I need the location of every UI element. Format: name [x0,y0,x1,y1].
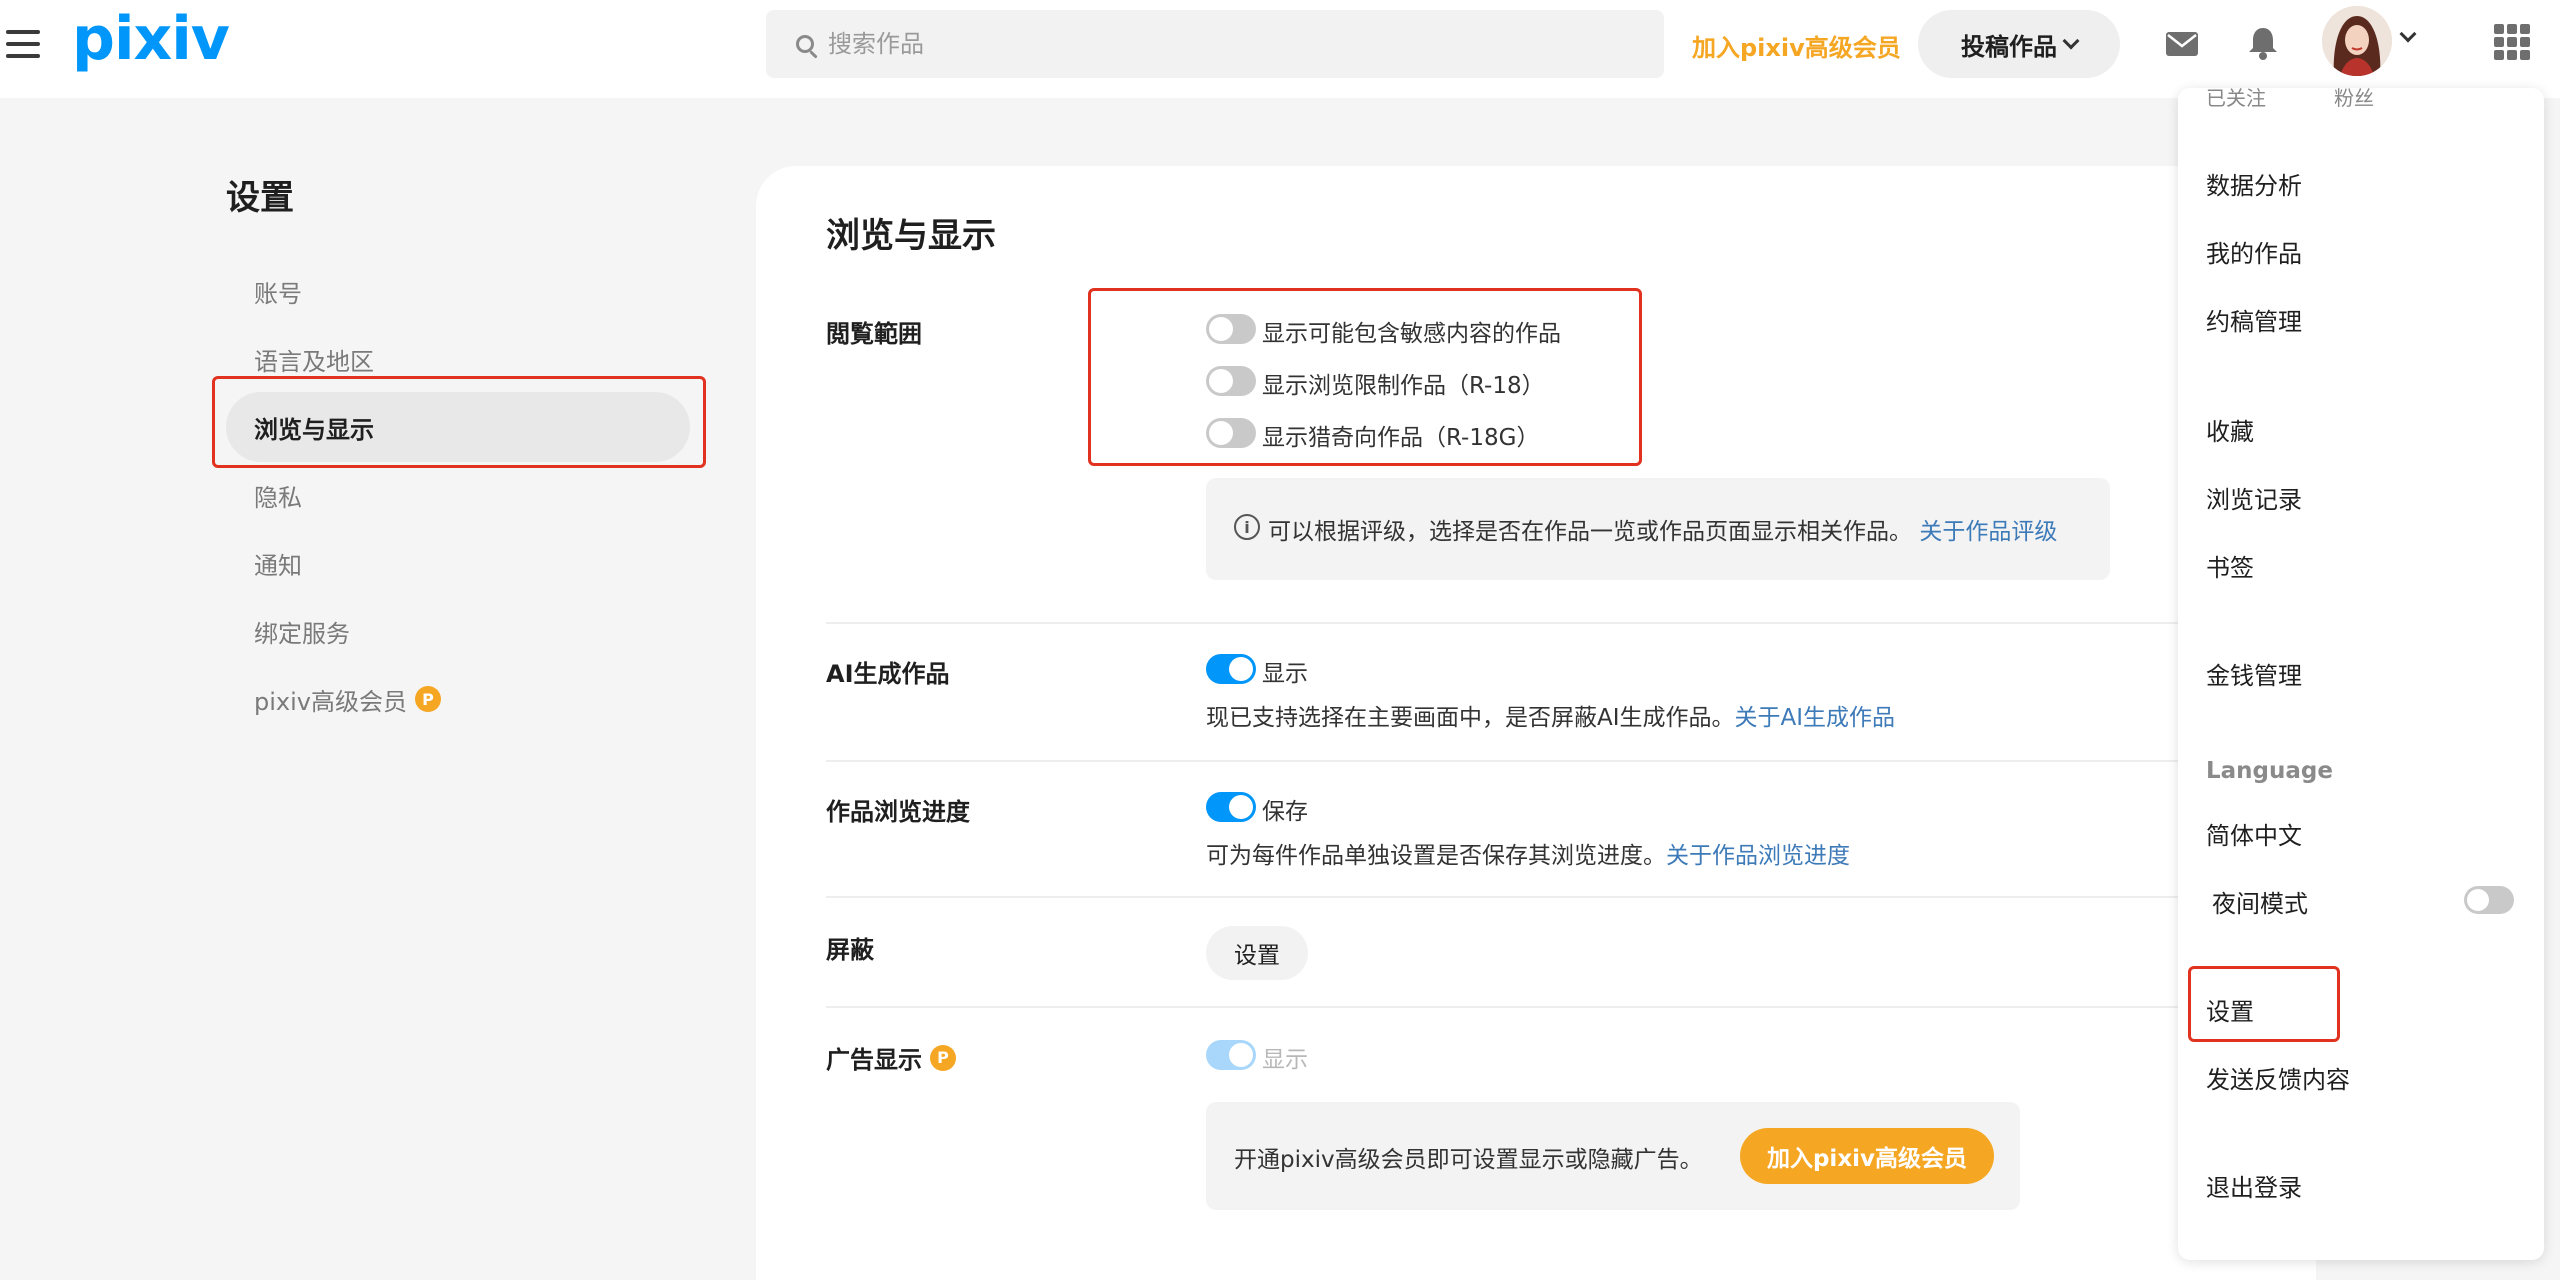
sidebar-item-label: pixiv高级会员 [254,687,407,716]
menu-item-logout[interactable]: 退出登录 [2206,1168,2302,1203]
rating-info-box: i 可以根据评级，选择是否在作品一览或作品页面显示相关作品。 关于作品评级 [1206,478,2110,580]
sidebar-item-linked-services[interactable]: 绑定服务 [226,596,690,666]
sidebar-item-label: 通知 [254,551,302,580]
progress-toggle[interactable] [1206,792,1256,822]
ai-works-toggle[interactable] [1206,654,1256,684]
highlight-box-settings [2188,966,2340,1042]
ai-works-toggle-label: 显示 [1262,661,1308,687]
progress-link[interactable]: 关于作品浏览进度 [1666,843,1850,869]
search-input[interactable] [826,22,1626,66]
post-work-label: 投稿作品 [1961,32,2057,61]
premium-badge-icon: P [414,686,441,712]
account-chevron-icon[interactable] [2399,25,2417,43]
following-label[interactable]: 已关注 [2206,88,2266,111]
account-dropdown: 已关注 粉丝 数据分析 我的作品 约稿管理 收藏 浏览记录 书签 金钱管理 La… [2178,88,2544,1260]
mail-icon[interactable] [2166,32,2198,56]
menu-item-requests[interactable]: 约稿管理 [2206,302,2302,337]
premium-badge-icon: P [930,1044,956,1071]
search-icon [796,35,814,53]
top-header: pixiv 加入pixiv高级会员 投稿作品 [0,0,2560,98]
sidebar-item-label: 语言及地区 [254,347,374,376]
language-heading: Language [2206,758,2333,784]
bell-icon[interactable] [2248,26,2278,60]
night-mode-toggle[interactable] [2464,886,2514,914]
progress-desc: 可为每件作品单独设置是否保存其浏览进度。关于作品浏览进度 [1206,843,1850,869]
ads-toggle [1206,1040,1256,1070]
sidebar-item-premium[interactable]: pixiv高级会员 P [226,664,690,734]
progress-label: 作品浏览进度 [826,798,970,826]
mute-settings-button[interactable]: 设置 [1206,926,1308,980]
sidebar-item-privacy[interactable]: 隐私 [226,460,690,530]
ads-label: 广告显示 P [826,1040,956,1075]
highlight-box-browse-range [1088,288,1642,466]
mute-label: 屏蔽 [826,936,874,964]
premium-link[interactable]: 加入pixiv高级会员 [1692,28,1901,63]
night-mode-label: 夜间模式 [2212,890,2308,918]
progress-toggle-label: 保存 [1262,799,1308,825]
apps-grid-icon[interactable] [2494,24,2530,60]
chevron-down-icon [2062,32,2080,50]
section-title: 浏览与显示 [826,216,996,256]
ads-premium-box: 开通pixiv高级会员即可设置显示或隐藏广告。 加入pixiv高级会员 [1206,1102,2020,1210]
pixiv-logo[interactable]: pixiv [72,4,230,74]
menu-item-bookmarks[interactable]: 收藏 [2206,412,2254,447]
menu-icon[interactable] [6,30,40,58]
ads-note: 开通pixiv高级会员即可设置显示或隐藏广告。 [1234,1147,1703,1173]
menu-item-money[interactable]: 金钱管理 [2206,656,2302,691]
sidebar-item-label: 绑定服务 [254,619,350,648]
divider [826,760,2316,762]
settings-title: 设置 [226,178,294,218]
join-premium-button[interactable]: 加入pixiv高级会员 [1740,1128,1994,1184]
browse-range-label: 閲覧範囲 [826,320,922,348]
ai-works-link[interactable]: 关于AI生成作品 [1735,705,1896,731]
sidebar-item-account[interactable]: 账号 [226,256,690,326]
menu-item-language[interactable]: 简体中文 [2206,816,2302,851]
sidebar-item-label: 账号 [254,279,302,308]
menu-item-analytics[interactable]: 数据分析 [2206,166,2302,201]
sidebar-item-label: 隐私 [254,483,302,512]
user-avatar[interactable] [2322,6,2392,76]
menu-item-saved[interactable]: 书签 [2206,548,2254,583]
menu-item-my-works[interactable]: 我的作品 [2206,234,2302,269]
ai-works-desc: 现已支持选择在主要画面中，是否屏蔽AI生成作品。关于AI生成作品 [1206,705,1896,731]
search-bar[interactable] [766,10,1664,78]
divider [826,622,2316,624]
followers-label[interactable]: 粉丝 [2334,88,2374,111]
rating-info-link[interactable]: 关于作品评级 [1919,519,2057,545]
ads-toggle-label: 显示 [1262,1047,1308,1073]
rating-info-text: 可以根据评级，选择是否在作品一览或作品页面显示相关作品。 关于作品评级 [1268,519,2058,545]
menu-item-history[interactable]: 浏览记录 [2206,480,2302,515]
sidebar-item-notifications[interactable]: 通知 [226,528,690,598]
ai-works-label: AI生成作品 [826,660,950,688]
info-icon: i [1234,514,1260,540]
highlight-box-sidebar [212,376,706,468]
divider [826,896,2316,898]
divider [826,1006,2316,1008]
menu-item-feedback[interactable]: 发送反馈内容 [2206,1060,2350,1095]
post-work-button[interactable]: 投稿作品 [1918,10,2120,78]
